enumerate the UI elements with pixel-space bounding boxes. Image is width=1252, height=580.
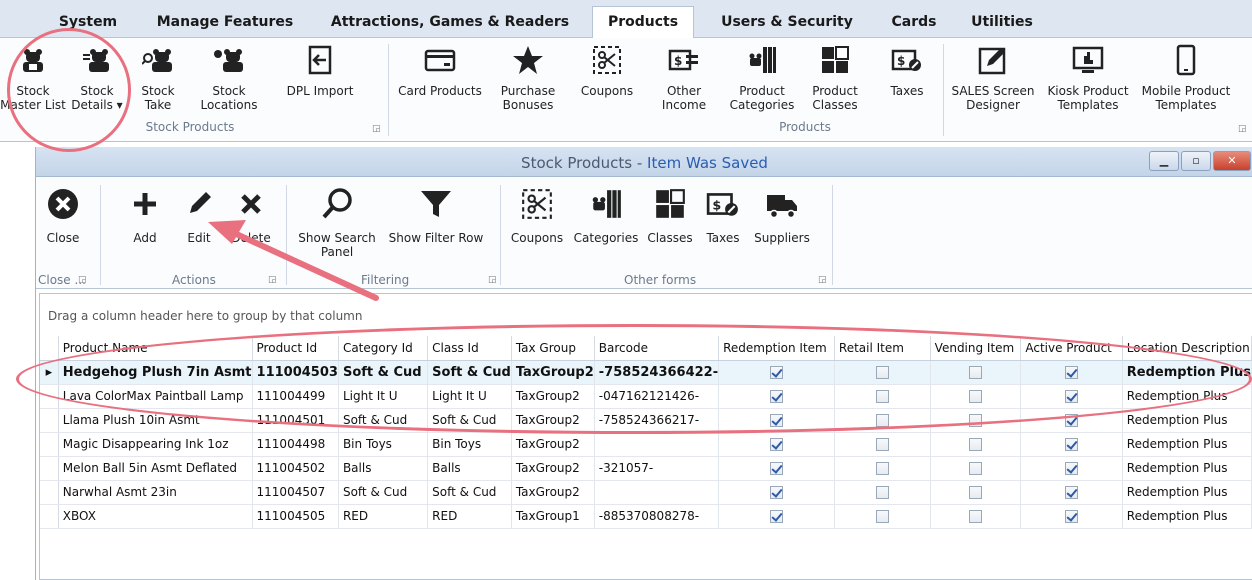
app-screen: System Manage Features Attractions, Game… (0, 0, 1252, 580)
annotation-arrow (208, 220, 379, 301)
